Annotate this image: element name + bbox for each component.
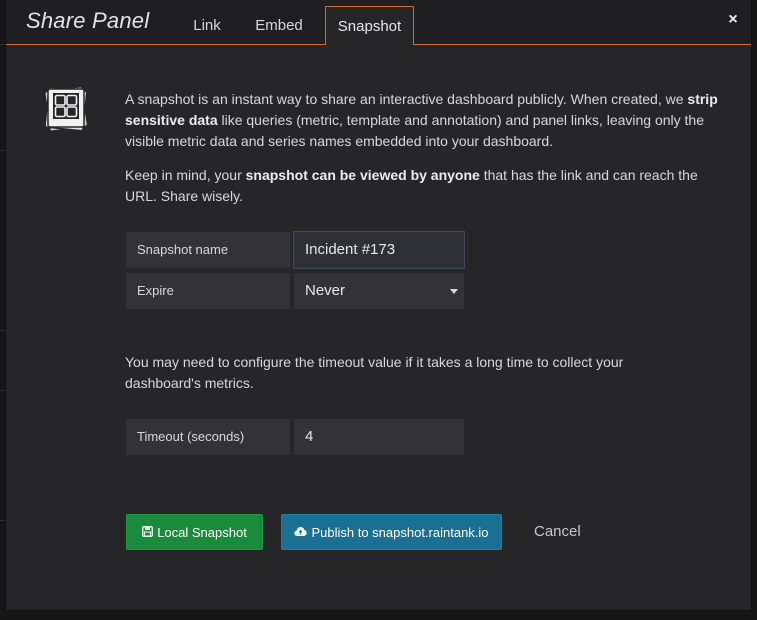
modal-title: Share Panel: [26, 8, 150, 33]
tab-snapshot[interactable]: Snapshot: [325, 6, 414, 45]
tab-link[interactable]: Link: [182, 8, 232, 44]
share-panel-modal: Share Panel Link Embed Snapshot × A snap…: [6, 0, 751, 610]
expire-select-value: Never: [305, 282, 346, 299]
snapshot-warning: Keep in mind, your snapshot can be viewe…: [125, 165, 725, 207]
snapshot-name-label: Snapshot name: [126, 232, 290, 268]
warning-emphasis: snapshot can be viewed by anyone: [245, 167, 480, 183]
close-icon[interactable]: ×: [725, 11, 741, 29]
tab-embed[interactable]: Embed: [248, 8, 310, 44]
local-snapshot-button[interactable]: Local Snapshot: [126, 514, 263, 550]
cloud-upload-icon: [294, 515, 308, 551]
timeout-label: Timeout (seconds): [126, 419, 290, 455]
publish-snapshot-button[interactable]: Publish to snapshot.raintank.io: [281, 514, 502, 550]
snapshot-name-input[interactable]: [294, 232, 464, 268]
expire-select[interactable]: Never: [294, 273, 464, 309]
snapshot-description: A snapshot is an instant way to share an…: [125, 89, 725, 152]
caret-down-icon: [450, 289, 458, 294]
publish-label: Publish to snapshot.raintank.io: [311, 525, 489, 540]
description-text: A snapshot is an instant way to share an…: [125, 91, 688, 107]
snapshot-photos-icon: [42, 82, 90, 134]
timeout-note: You may need to configure the timeout va…: [125, 354, 624, 391]
cancel-button[interactable]: Cancel: [534, 522, 581, 542]
modal-header: Share Panel Link Embed Snapshot ×: [6, 0, 751, 45]
timeout-input[interactable]: [294, 419, 464, 455]
expire-label: Expire: [126, 273, 290, 309]
floppy-disk-icon: [142, 515, 154, 551]
local-snapshot-label: Local Snapshot: [157, 525, 247, 540]
warning-text: Keep in mind, your: [125, 167, 246, 183]
